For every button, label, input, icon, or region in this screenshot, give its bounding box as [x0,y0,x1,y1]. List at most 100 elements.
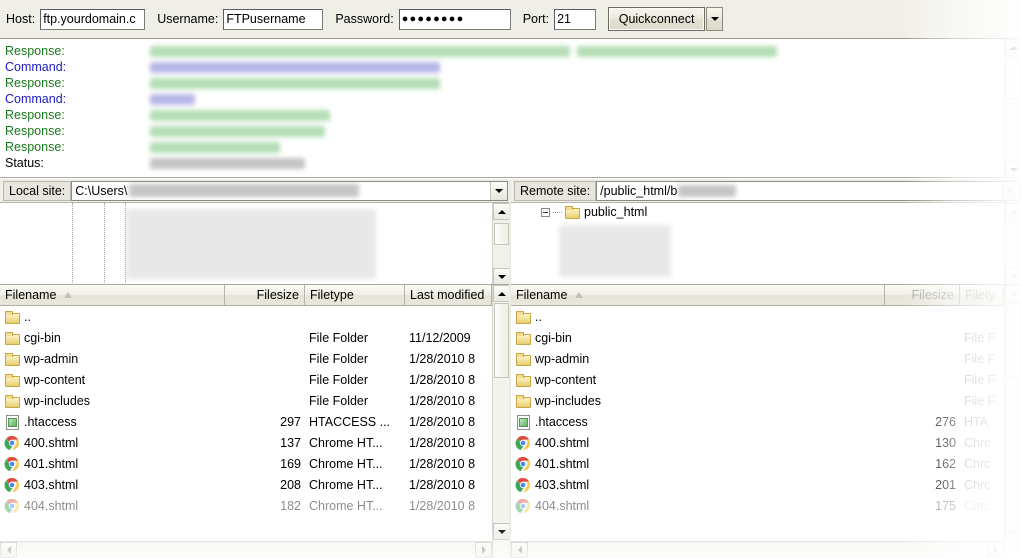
scroll-thumb[interactable] [1006,57,1021,99]
local-file-list[interactable]: Filename Filesize Filetype Last modified… [0,285,509,558]
file-row[interactable]: .htaccess 276 HTA [511,411,1021,432]
column-header-filesize[interactable]: Filesize [225,285,305,305]
scroll-down-arrow-icon[interactable] [1005,523,1021,540]
log-entry-redacted-text [150,61,440,73]
scroll-left-arrow-icon[interactable] [511,542,528,558]
scroll-left-arrow-icon[interactable] [0,542,17,558]
remote-directory-tree[interactable]: public_html [511,203,1021,285]
scroll-track[interactable] [528,542,987,558]
log-entry-type: Response: [5,108,65,122]
scroll-thumb[interactable] [494,303,509,378]
remote-file-rows[interactable]: .. cgi-bin File F wp-admin File F wp-content F… [511,306,1021,558]
file-row[interactable]: 404.shtml 175 Chrc [511,495,1021,516]
local-tree-scrollbar[interactable] [492,203,509,284]
file-row[interactable]: .htaccess 297 HTACCESS ... 1/28/2010 8 [0,411,509,432]
column-header-filesize[interactable]: Filesize [885,285,960,305]
scroll-track[interactable] [17,542,475,558]
file-row[interactable]: wp-includes File Folder 1/28/2010 8 [0,390,509,411]
file-name-label: wp-includes [24,393,91,408]
remote-list-vscrollbar[interactable] [1004,285,1021,558]
message-log-scrollbar[interactable] [1004,39,1021,177]
password-label: Password: [335,12,394,26]
quickconnect-history-dropdown[interactable] [706,7,724,31]
local-site-combo[interactable]: C:\Users\ [71,180,508,201]
file-row[interactable]: .. [511,306,1021,327]
file-row[interactable]: wp-content File Folder 1/28/2010 8 [0,369,509,390]
file-name-cell: .htaccess [511,414,885,430]
scroll-up-arrow-icon[interactable] [1005,285,1021,302]
port-label: Port: [522,12,550,26]
scroll-up-arrow-icon[interactable] [1005,39,1021,56]
remote-pane: Remote site: /public_html/b public_html [511,179,1021,558]
scroll-up-arrow-icon[interactable] [493,203,509,220]
scroll-down-arrow-icon[interactable] [1005,268,1021,284]
file-name-label: .. [535,309,542,324]
tree-connector-icon [553,211,562,213]
scroll-thumb[interactable] [1006,303,1021,378]
file-row[interactable]: cgi-bin File F [511,327,1021,348]
remote-site-dropdown-arrow[interactable] [1002,181,1019,200]
remote-site-combo[interactable]: /public_html/b [596,180,1020,201]
file-row[interactable]: 400.shtml 130 Chrc [511,432,1021,453]
scroll-down-arrow-icon[interactable] [493,523,509,540]
file-row[interactable]: 401.shtml 169 Chrome HT... 1/28/2010 8 [0,453,509,474]
remote-site-value: /public_html/b [600,183,678,198]
file-name-label: wp-admin [535,351,590,366]
file-row[interactable]: 400.shtml 137 Chrome HT... 1/28/2010 8 [0,432,509,453]
file-row[interactable]: wp-includes File F [511,390,1021,411]
file-row[interactable]: wp-admin File F [511,348,1021,369]
file-modified-cell: 1/28/2010 8 [409,498,476,513]
file-type-cell: File Folder [309,330,369,345]
scroll-right-arrow-icon[interactable] [987,542,1004,558]
column-header-filename[interactable]: Filename [0,285,225,305]
scroll-down-arrow-icon[interactable] [1005,161,1021,177]
log-entry: Response: [5,107,1021,123]
file-row[interactable]: .. [0,306,509,327]
local-list-vscrollbar[interactable] [492,285,509,558]
scroll-down-arrow-icon[interactable] [493,268,509,284]
file-row[interactable]: 403.shtml 208 Chrome HT... 1/28/2010 8 [0,474,509,495]
log-entry-redacted-text [150,141,280,153]
file-name-cell: .. [0,309,225,325]
column-header-filetype[interactable]: Filety [960,285,1004,305]
file-row[interactable]: 403.shtml 201 Chrc [511,474,1021,495]
log-entry: Status: [5,155,1021,171]
scroll-right-arrow-icon[interactable] [475,542,492,558]
file-name-label: wp-includes [535,393,602,408]
password-input[interactable]: ●●●●●●●● [398,8,511,30]
remote-list-hscrollbar[interactable] [511,541,1004,558]
local-tree-redacted-content [126,209,376,279]
file-row[interactable]: wp-admin File Folder 1/28/2010 8 [0,348,509,369]
column-header-filetype[interactable]: Filetype [305,285,405,305]
local-file-list-header: Filename Filesize Filetype Last modified [0,285,509,306]
port-input[interactable]: 21 [554,8,597,30]
scroll-thumb[interactable] [494,223,509,245]
file-row[interactable]: 401.shtml 162 Chrc [511,453,1021,474]
local-list-hscrollbar[interactable] [0,541,492,558]
column-header-lastmodified[interactable]: Last modified [405,285,492,305]
host-input[interactable]: ftp.yourdomain.c [40,8,146,30]
collapse-toggle-icon[interactable] [541,207,550,217]
tree-guide-line [104,203,105,284]
scroll-up-arrow-icon[interactable] [493,285,509,302]
chrome-icon [4,477,20,493]
chrome-icon [515,456,531,472]
column-header-filename[interactable]: Filename [511,285,885,305]
log-entry-redacted-text [577,45,777,57]
chrome-icon [515,498,531,514]
folder-icon [564,204,580,220]
remote-tree-scrollbar[interactable] [1004,203,1021,284]
username-input[interactable]: FTPusername [223,8,324,30]
file-modified-cell: 1/28/2010 8 [409,435,476,450]
tree-item-public-html[interactable]: public_html [511,203,1021,221]
log-entry-type: Response: [5,44,65,58]
file-row[interactable]: cgi-bin File Folder 11/12/2009 [0,327,509,348]
local-directory-tree[interactable] [0,203,509,285]
remote-file-list[interactable]: Filename Filesize Filety .. cgi-bin File F… [511,285,1021,558]
local-file-rows[interactable]: .. cgi-bin File Folder 11/12/2009 wp-admin Fi… [0,306,509,558]
scroll-up-arrow-icon[interactable] [1005,203,1021,220]
quickconnect-button[interactable]: Quickconnect [608,7,706,31]
file-row[interactable]: wp-content File F [511,369,1021,390]
file-row[interactable]: 404.shtml 182 Chrome HT... 1/28/2010 8 [0,495,509,516]
local-site-dropdown-arrow[interactable] [490,181,507,200]
